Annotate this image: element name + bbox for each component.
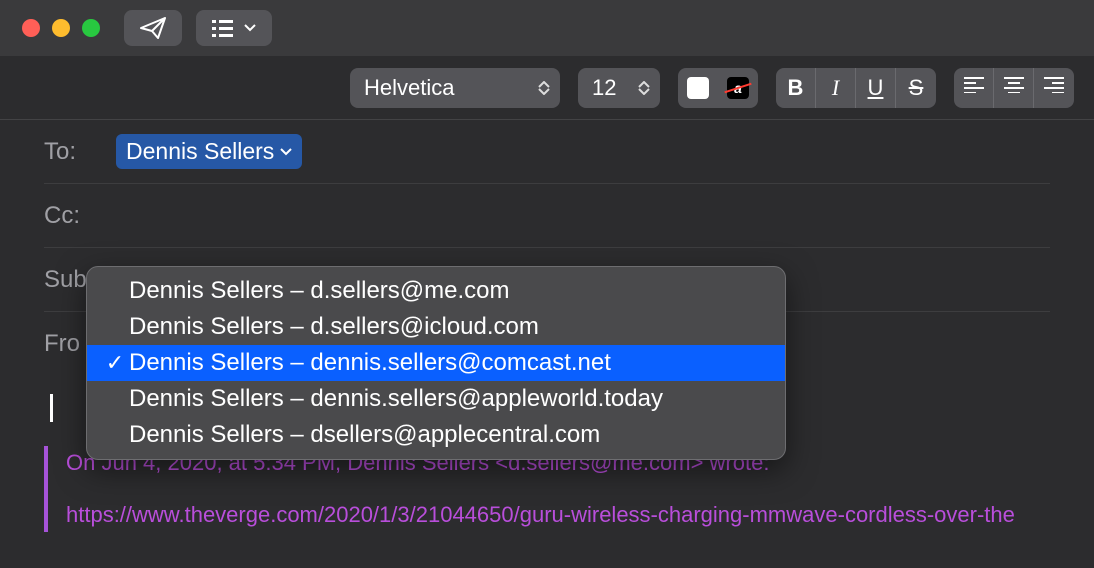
from-dropdown-item-label: Dennis Sellers – dennis.sellers@applewor… xyxy=(129,385,663,413)
color-swatch-group: a xyxy=(678,68,758,108)
font-family-value: Helvetica xyxy=(364,75,454,101)
bold-button[interactable]: B xyxy=(776,68,816,108)
text-cursor xyxy=(50,394,53,422)
close-window-button[interactable] xyxy=(22,19,40,37)
cc-field-row[interactable]: Cc: xyxy=(44,184,1050,248)
strikethrough-button[interactable]: S xyxy=(896,68,936,108)
send-button[interactable] xyxy=(124,10,182,46)
window-controls xyxy=(22,19,100,37)
align-group xyxy=(954,68,1074,108)
list-icon xyxy=(212,19,238,37)
align-left-icon xyxy=(964,77,984,98)
from-account-dropdown: Dennis Sellers – d.sellers@me.com Dennis … xyxy=(86,266,786,460)
recipient-chip[interactable]: Dennis Sellers xyxy=(116,134,302,169)
underline-button[interactable]: U xyxy=(856,68,896,108)
from-dropdown-item[interactable]: Dennis Sellers – dennis.sellers@applewor… xyxy=(87,381,785,417)
stepper-icon xyxy=(638,81,650,95)
cc-label: Cc: xyxy=(44,202,104,230)
align-left-button[interactable] xyxy=(954,68,994,108)
from-dropdown-item-label: Dennis Sellers – dsellers@applecentral.c… xyxy=(129,421,600,449)
to-label: To: xyxy=(44,138,104,166)
chevron-down-icon xyxy=(244,24,256,32)
font-size-select[interactable]: 12 xyxy=(578,68,660,108)
align-right-button[interactable] xyxy=(1034,68,1074,108)
checkmark-icon: ✓ xyxy=(101,350,129,376)
text-style-group: B I U S xyxy=(776,68,936,108)
font-family-select[interactable]: Helvetica xyxy=(350,68,560,108)
italic-button[interactable]: I xyxy=(816,68,856,108)
no-color-icon: a xyxy=(727,77,749,99)
to-field-row[interactable]: To: Dennis Sellers xyxy=(44,120,1050,184)
minimize-window-button[interactable] xyxy=(52,19,70,37)
font-size-value: 12 xyxy=(592,75,616,101)
white-swatch-icon xyxy=(687,77,709,99)
quote-link[interactable]: https://www.theverge.com/2020/1/3/210446… xyxy=(66,498,1050,532)
chevron-down-icon xyxy=(280,148,292,156)
recipient-name: Dennis Sellers xyxy=(126,138,274,165)
from-dropdown-item[interactable]: Dennis Sellers – dsellers@applecentral.c… xyxy=(87,417,785,453)
from-dropdown-item[interactable]: Dennis Sellers – d.sellers@icloud.com xyxy=(87,309,785,345)
align-right-icon xyxy=(1044,77,1064,98)
from-dropdown-item[interactable]: ✓Dennis Sellers – dennis.sellers@comcast… xyxy=(87,345,785,381)
header-fields-button[interactable] xyxy=(196,10,272,46)
titlebar xyxy=(0,0,1094,56)
from-dropdown-item[interactable]: Dennis Sellers – d.sellers@me.com xyxy=(87,273,785,309)
background-color-swatch[interactable]: a xyxy=(718,68,758,108)
text-color-swatch[interactable] xyxy=(678,68,718,108)
from-dropdown-item-label: Dennis Sellers – d.sellers@me.com xyxy=(129,277,510,305)
format-bar: Helvetica 12 a B I U S xyxy=(0,56,1094,120)
from-dropdown-item-label: Dennis Sellers – dennis.sellers@comcast.… xyxy=(129,349,611,377)
paper-plane-icon xyxy=(140,17,166,39)
align-center-icon xyxy=(1004,77,1024,98)
zoom-window-button[interactable] xyxy=(82,19,100,37)
from-dropdown-item-label: Dennis Sellers – d.sellers@icloud.com xyxy=(129,313,539,341)
align-center-button[interactable] xyxy=(994,68,1034,108)
stepper-icon xyxy=(538,81,550,95)
